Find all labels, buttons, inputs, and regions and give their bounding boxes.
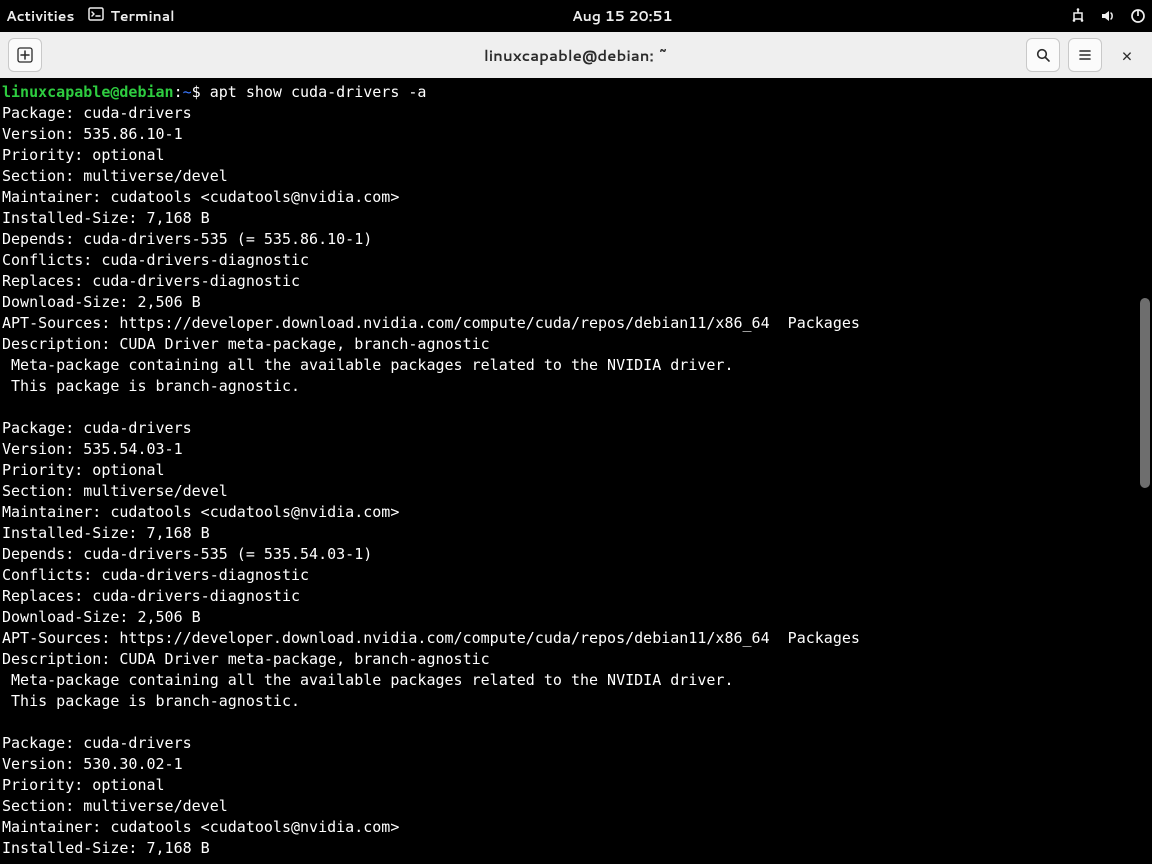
network-icon[interactable]: [1070, 8, 1086, 24]
output-line: Depends: cuda-drivers-535 (= 535.86.10-1…: [2, 230, 372, 248]
output-line: Section: multiverse/devel: [2, 482, 228, 500]
output-line: Download-Size: 2,506 B: [2, 293, 201, 311]
clock[interactable]: Aug 15 20:51: [572, 6, 673, 26]
output-line: Priority: optional: [2, 146, 165, 164]
search-icon: [1035, 47, 1051, 63]
new-tab-button[interactable]: [8, 38, 42, 72]
output-line: Download-Size: 2,506 B: [2, 608, 201, 626]
output-line: Conflicts: cuda-drivers-diagnostic: [2, 251, 309, 269]
active-app-name: Terminal: [110, 6, 174, 26]
output-line: Meta-package containing all the availabl…: [2, 671, 734, 689]
activities-button[interactable]: Activities: [6, 6, 74, 26]
output-line: Package: cuda-drivers: [2, 104, 192, 122]
output-line: APT-Sources: https://developer.download.…: [2, 314, 860, 332]
output-line: Depends: cuda-drivers-535 (= 535.54.03-1…: [2, 545, 372, 563]
command-text: apt show cuda-drivers -a: [210, 83, 427, 101]
output-line: Priority: optional: [2, 776, 165, 794]
output-line: Installed-Size: 7,168 B: [2, 209, 210, 227]
output-line: Maintainer: cudatools <cudatools@nvidia.…: [2, 503, 399, 521]
volume-icon[interactable]: [1100, 8, 1116, 24]
hamburger-menu-button[interactable]: [1068, 38, 1102, 72]
search-button[interactable]: [1026, 38, 1060, 72]
output-line: Section: multiverse/devel: [2, 167, 228, 185]
window-title: linuxcapable@debian: ~: [0, 45, 1152, 66]
prompt-dollar: $: [192, 83, 210, 101]
output-line: Package: cuda-drivers: [2, 419, 192, 437]
output-line: Installed-Size: 7,168 B: [2, 839, 210, 857]
prompt-user-host: linuxcapable@debian: [2, 83, 174, 101]
output-line: Installed-Size: 7,168 B: [2, 524, 210, 542]
scrollbar-thumb[interactable]: [1140, 298, 1150, 488]
hamburger-icon: [1077, 47, 1093, 63]
output-line: Priority: optional: [2, 461, 165, 479]
output-line: Conflicts: cuda-drivers-diagnostic: [2, 566, 309, 584]
output-line: Description: CUDA Driver meta-package, b…: [2, 650, 490, 668]
output-line: Package: cuda-drivers: [2, 734, 192, 752]
close-icon: ×: [1121, 42, 1132, 68]
plus-icon: [17, 47, 33, 63]
power-icon[interactable]: [1130, 8, 1146, 24]
close-window-button[interactable]: ×: [1110, 42, 1144, 68]
output-line: Section: multiverse/devel: [2, 797, 228, 815]
output-line: This package is branch-agnostic.: [2, 692, 300, 710]
terminal-viewport[interactable]: linuxcapable@debian:~$ apt show cuda-dri…: [0, 78, 1152, 864]
output-line: This package is branch-agnostic.: [2, 377, 300, 395]
output-line: APT-Sources: https://developer.download.…: [2, 629, 860, 647]
output-line: Version: 530.30.02-1: [2, 755, 183, 773]
output-line: Maintainer: cudatools <cudatools@nvidia.…: [2, 188, 399, 206]
terminal-icon: [88, 6, 104, 27]
output-line: Meta-package containing all the availabl…: [2, 356, 734, 374]
prompt-colon: :: [174, 83, 183, 101]
output-line: Replaces: cuda-drivers-diagnostic: [2, 587, 300, 605]
output-line: Version: 535.54.03-1: [2, 440, 183, 458]
active-app-indicator[interactable]: Terminal: [88, 6, 174, 27]
output-line: Version: 535.86.10-1: [2, 125, 183, 143]
terminal-headerbar: linuxcapable@debian: ~ ×: [0, 32, 1152, 78]
prompt-path: ~: [183, 83, 192, 101]
gnome-top-panel: Activities Terminal Aug 15 20:51: [0, 0, 1152, 32]
output-line: Replaces: cuda-drivers-diagnostic: [2, 272, 300, 290]
output-line: Description: CUDA Driver meta-package, b…: [2, 335, 490, 353]
output-line: Maintainer: cudatools <cudatools@nvidia.…: [2, 818, 399, 836]
